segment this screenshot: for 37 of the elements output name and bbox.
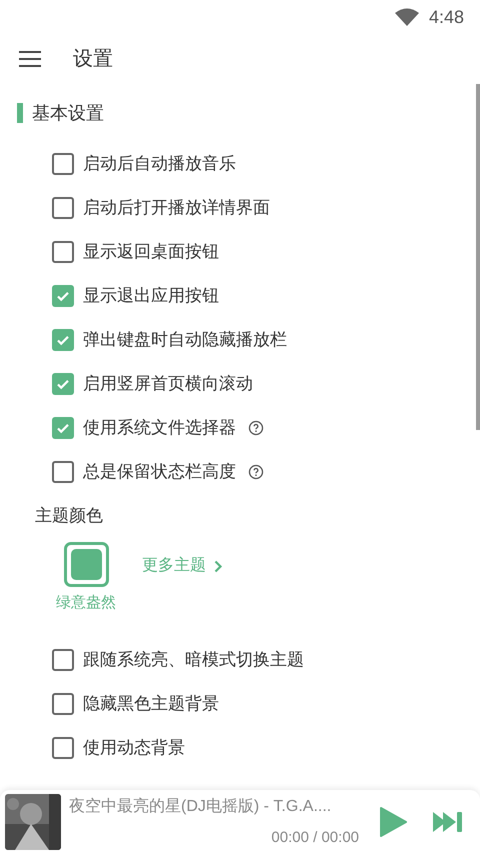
checkbox[interactable] [52, 329, 74, 351]
theme-name: 绿意盎然 [56, 593, 116, 613]
option-label: 启动后自动播放音乐 [83, 153, 236, 176]
checkbox[interactable] [52, 285, 74, 307]
theme-heading: 主题颜色 [35, 505, 103, 528]
option-label: 隐藏黑色主题背景 [83, 693, 219, 716]
theme-swatch[interactable] [64, 542, 108, 587]
option-label: 跟随系统亮、暗模式切换主题 [83, 649, 304, 672]
status-time: 4:48 [428, 6, 464, 28]
checkbox[interactable] [52, 197, 74, 219]
chevron-icon [214, 560, 223, 572]
checkbox[interactable] [52, 737, 74, 759]
checkbox[interactable] [52, 649, 74, 671]
checkbox[interactable] [52, 417, 74, 439]
checkbox[interactable] [52, 373, 74, 395]
play-time: 00:00 / 00:00 [271, 828, 359, 848]
option-label: 弹出键盘时自动隐藏播放栏 [83, 329, 287, 352]
option-label: 启动后打开播放详情界面 [83, 197, 270, 220]
help-icon[interactable] [248, 420, 264, 436]
wifi-icon [394, 8, 419, 26]
page-title: 设置 [73, 47, 113, 72]
menu-icon[interactable] [19, 50, 41, 68]
option-label: 显示退出应用按钮 [83, 285, 219, 308]
option-label: 显示返回桌面按钮 [83, 241, 219, 264]
help-icon[interactable] [248, 464, 264, 480]
option-label: 使用系统文件选择器 [83, 417, 236, 440]
checkbox[interactable] [52, 693, 74, 715]
section-title: 基本设置 [32, 102, 104, 124]
section-marker [17, 103, 23, 123]
option-label: 使用动态背景 [83, 737, 185, 760]
checkbox[interactable] [52, 153, 74, 175]
more-themes-link[interactable]: 更多主题 [142, 554, 223, 578]
checkbox[interactable] [52, 461, 74, 483]
checkbox[interactable] [52, 241, 74, 263]
option-label: 启用竖屏首页横向滚动 [83, 373, 253, 396]
option-label: 总是保留状态栏高度 [83, 461, 236, 484]
song-title: 夜空中最亮的星(DJ电摇版) - T.G.A.... [69, 796, 332, 817]
